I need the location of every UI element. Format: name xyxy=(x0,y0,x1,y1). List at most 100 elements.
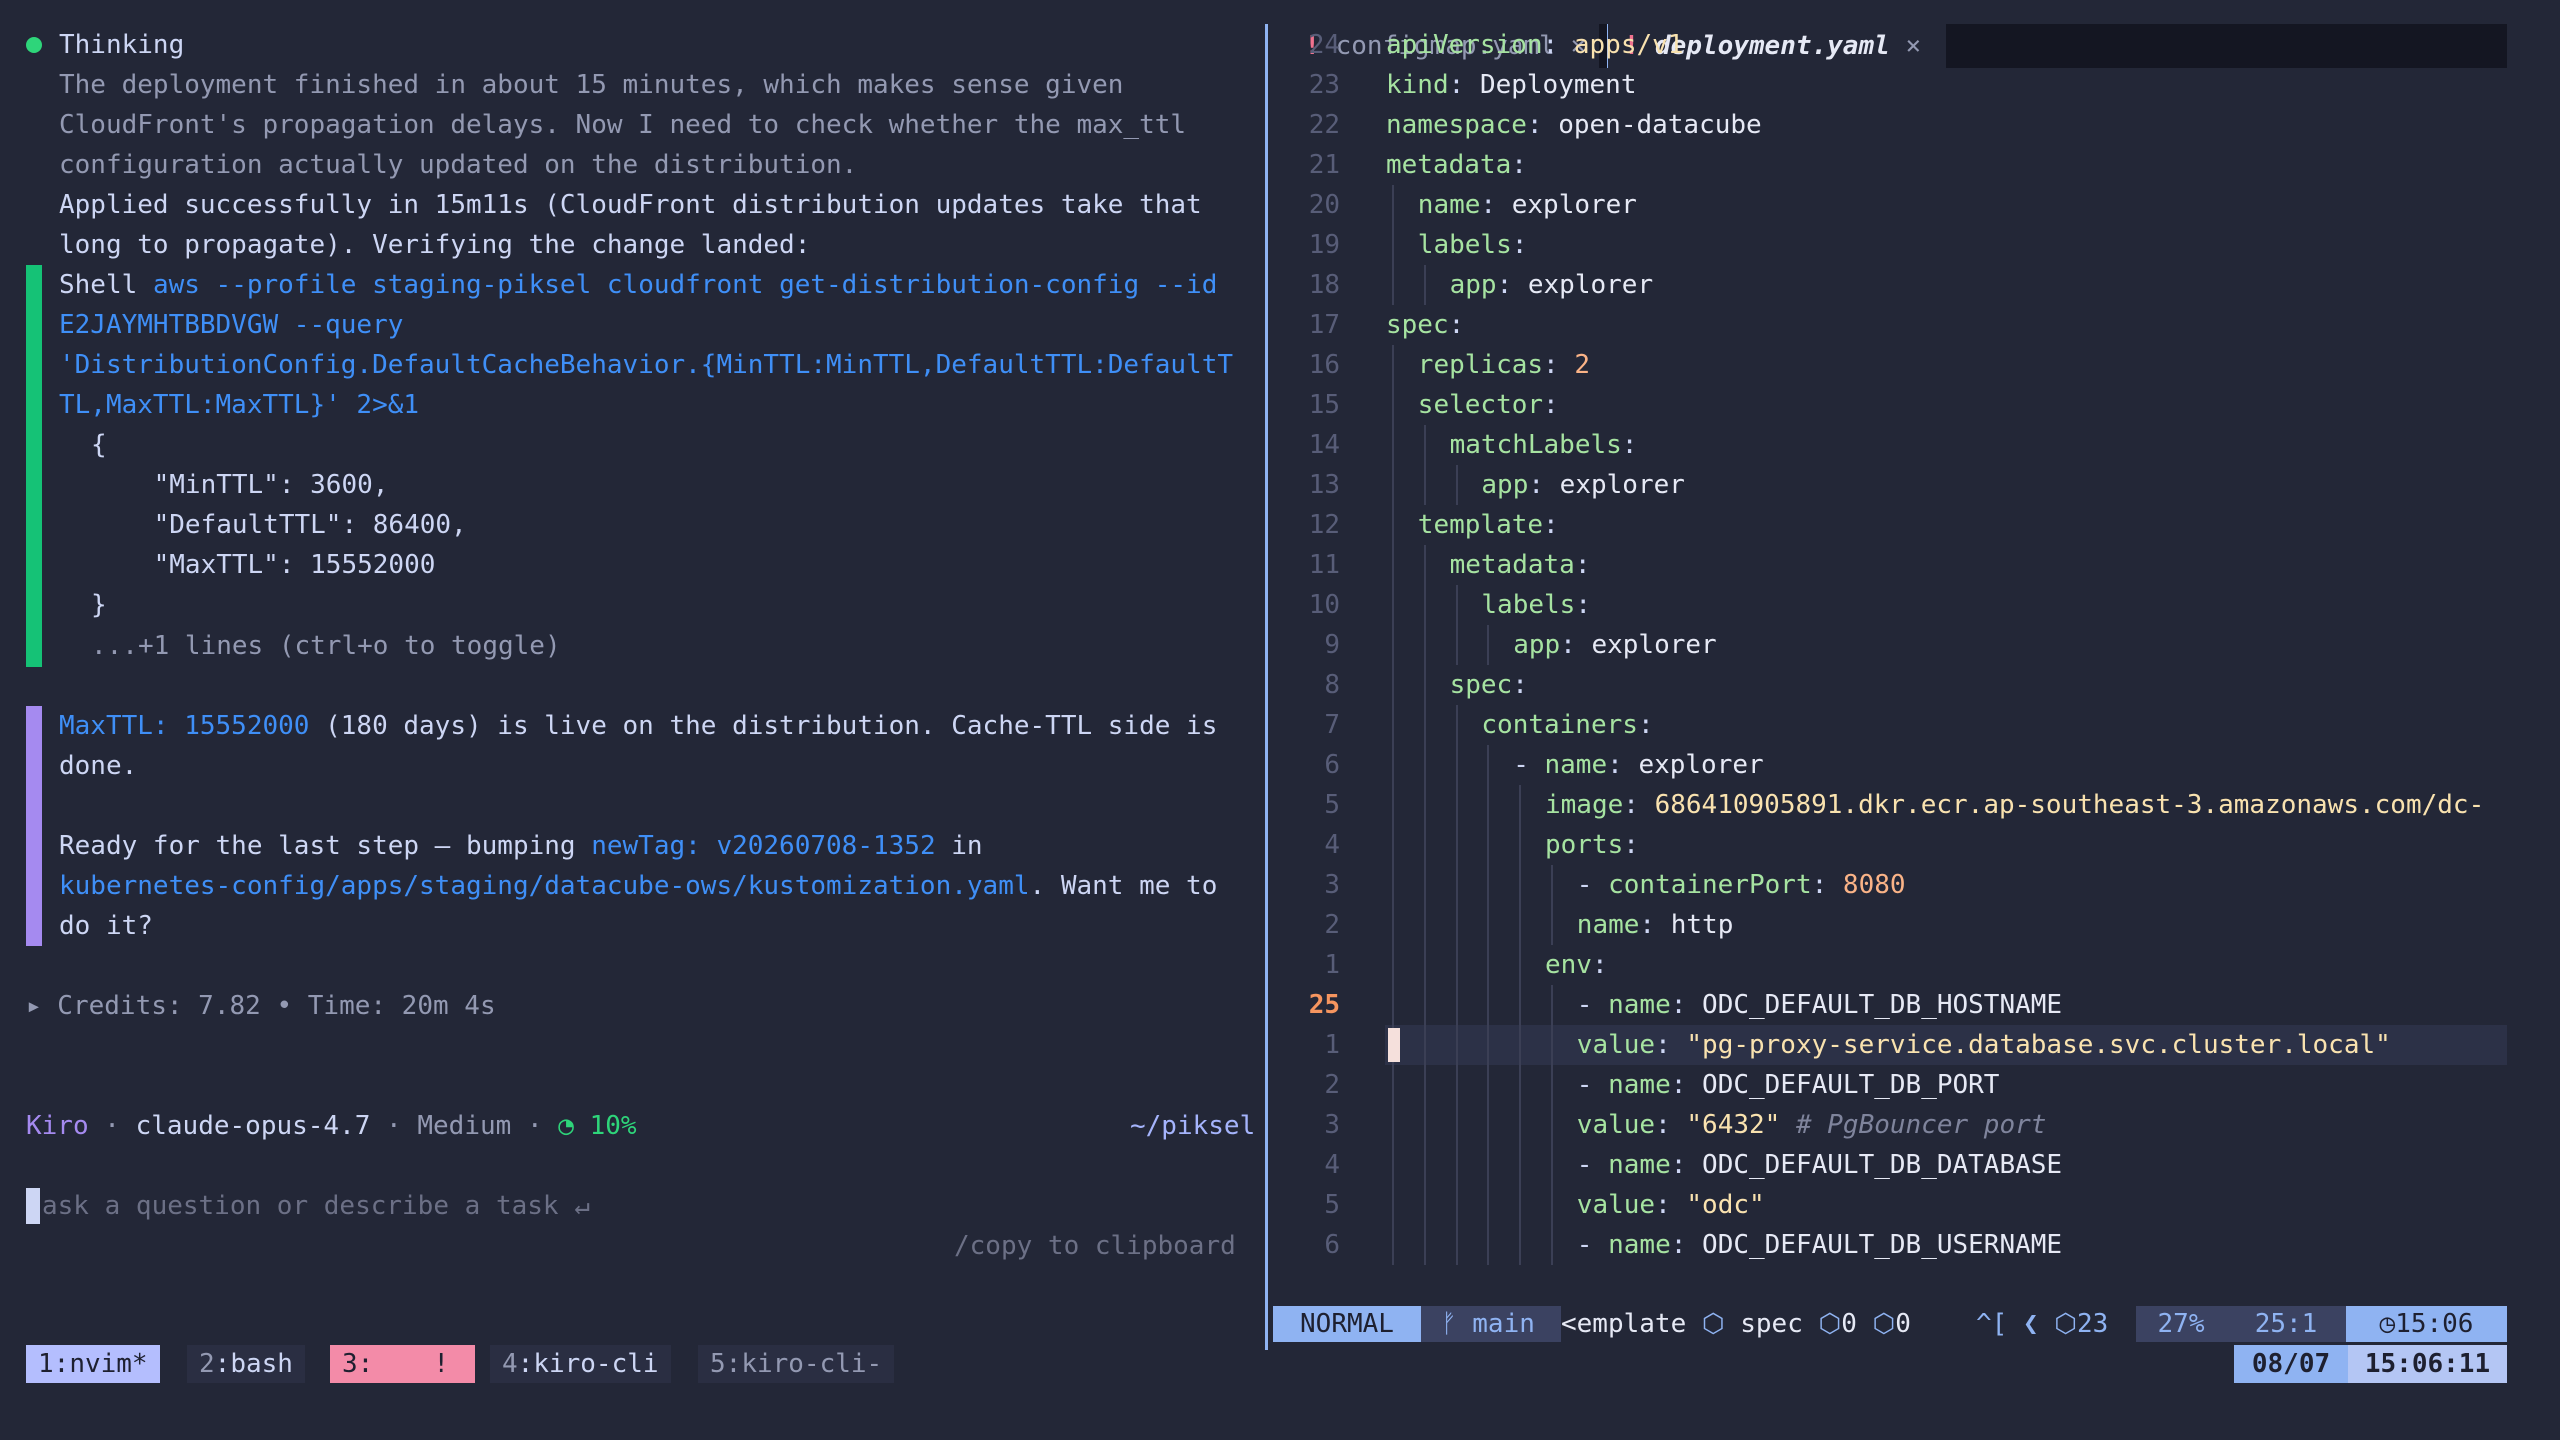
reply-block-bar xyxy=(26,706,42,946)
tmux-window-4[interactable]: 4:kiro-cli xyxy=(490,1345,671,1383)
reply-highlight-path: kubernetes-config/apps/staging/datacube-… xyxy=(59,871,1030,901)
yaml-colon: : xyxy=(1623,830,1639,860)
code-line[interactable]: - containerPort: 8080 xyxy=(1577,865,1906,905)
prompt-input[interactable]: ask a question or describe a task ↵ xyxy=(42,1186,590,1226)
code-line[interactable]: selector: xyxy=(1418,385,1559,425)
code-line[interactable]: app: explorer xyxy=(1513,625,1717,665)
indent-guide xyxy=(1423,1025,1426,1065)
indent-guide xyxy=(1455,1225,1458,1265)
code-line[interactable]: apiVersion: apps/v1 xyxy=(1386,25,1683,65)
effort-level[interactable]: Medium xyxy=(417,1111,511,1141)
yaml-key: value xyxy=(1576,1110,1656,1140)
code-line[interactable]: - name: ODC_DEFAULT_DB_USERNAME xyxy=(1577,1225,2062,1265)
code-line[interactable]: matchLabels: xyxy=(1450,425,1638,465)
applied-line-2: long to propagate). Verifying the change… xyxy=(59,230,811,260)
indent-guide xyxy=(1423,905,1426,945)
model-selector[interactable]: claude-opus-4.7 xyxy=(136,1111,371,1141)
code-line[interactable]: ports: xyxy=(1545,825,1639,865)
credits-time[interactable]: ▸ Credits: 7.82 • Time: 20m 4s xyxy=(26,986,496,1026)
output-line: "DefaultTTL": 86400, xyxy=(91,510,467,540)
code-line[interactable]: labels: xyxy=(1481,585,1591,625)
code-line[interactable]: env: xyxy=(1545,945,1608,985)
line-number: 2 xyxy=(1324,1070,1340,1100)
tmux-window-5[interactable]: 5:kiro-cli- xyxy=(698,1345,895,1383)
window-name: kiro-cli- xyxy=(741,1349,883,1379)
code-line[interactable]: metadata: xyxy=(1450,545,1591,585)
code-line[interactable]: - name: ODC_DEFAULT_DB_DATABASE xyxy=(1577,1145,2062,1185)
indent-guide xyxy=(1423,1145,1426,1185)
tmux-window-2[interactable]: 2:bash xyxy=(187,1345,305,1383)
indent-guide xyxy=(1392,985,1394,1025)
code-line[interactable]: app: explorer xyxy=(1450,265,1654,305)
indent-guide xyxy=(1551,1025,1553,1065)
code-line[interactable]: - name: explorer xyxy=(1513,745,1763,785)
line-number: 24 xyxy=(1308,30,1340,60)
thinking-line-2: CloudFront's propagation delays. Now I n… xyxy=(59,110,1187,140)
time-text: 15:06 xyxy=(2395,1309,2474,1339)
line-number: 21 xyxy=(1308,150,1340,180)
code-line[interactable]: - name: ODC_DEFAULT_DB_PORT xyxy=(1577,1065,2000,1105)
code-line[interactable]: name: http xyxy=(1577,905,1734,945)
yaml-key: metadata xyxy=(1449,550,1575,580)
bell-flag: ! xyxy=(433,1349,449,1379)
code-line[interactable]: value: "pg-proxy-service.database.svc.cl… xyxy=(1577,1025,2391,1065)
statusline-clock: ◷15:06 xyxy=(2346,1306,2507,1342)
copy-to-clipboard-hint[interactable]: /copy to clipboard xyxy=(954,1226,1236,1266)
indent-guide xyxy=(1455,985,1458,1025)
code-line[interactable]: image: 686410905891.dkr.ecr.ap-southeast… xyxy=(1545,785,2484,825)
code-line[interactable]: containers: xyxy=(1481,705,1653,745)
window-number: 4 xyxy=(502,1349,518,1379)
breadcrumb-item: <emplate xyxy=(1561,1309,1687,1339)
code-line[interactable]: - name: ODC_DEFAULT_DB_HOSTNAME xyxy=(1577,985,2062,1025)
window-number: 1 xyxy=(38,1349,54,1379)
code-line[interactable]: value: "6432" # PgBouncer port xyxy=(1577,1105,2047,1145)
code-line[interactable]: spec: xyxy=(1386,305,1464,345)
indent-guide xyxy=(1423,985,1426,1025)
code-line[interactable]: labels: xyxy=(1418,225,1528,265)
code-line[interactable]: spec: xyxy=(1450,665,1528,705)
code-line[interactable]: template: xyxy=(1418,505,1559,545)
yaml-value: explorer xyxy=(1559,470,1685,500)
code-line[interactable]: value: "odc" xyxy=(1577,1185,1765,1225)
indent-guide xyxy=(1392,665,1394,705)
code-line[interactable]: kind: Deployment xyxy=(1386,65,1636,105)
code-line[interactable]: name: explorer xyxy=(1418,185,1637,225)
line-number: 3 xyxy=(1324,1110,1340,1140)
yaml-value: explorer xyxy=(1511,190,1637,220)
code-line[interactable]: app: explorer xyxy=(1481,465,1685,505)
indent-guide xyxy=(1519,905,1522,945)
yaml-colon: : xyxy=(1655,1190,1671,1220)
indent-guide xyxy=(1487,1025,1490,1065)
close-icon[interactable]: × xyxy=(1905,31,1921,61)
tmux-window-3[interactable]: 3:! xyxy=(330,1345,475,1383)
indent-guide xyxy=(1392,505,1394,545)
code-line[interactable]: replicas: 2 xyxy=(1418,345,1590,385)
indent-guide xyxy=(1519,985,1522,1025)
yaml-colon: : xyxy=(1448,70,1465,100)
yaml-key: name xyxy=(1608,1150,1671,1180)
pane-divider[interactable] xyxy=(1265,24,1268,1350)
tmux-window-1[interactable]: 1:nvim* xyxy=(26,1345,160,1383)
code-line[interactable]: namespace: open-datacube xyxy=(1386,105,1762,145)
indent-guide xyxy=(1519,1105,1522,1145)
indent-guide xyxy=(1455,905,1458,945)
count: 0 xyxy=(1895,1309,1911,1339)
git-branch[interactable]: ᚠ main xyxy=(1421,1306,1561,1342)
indent-guide xyxy=(1551,1185,1553,1225)
indent-guide xyxy=(1519,1065,1522,1105)
breadcrumb[interactable]: <emplate ⬡ spec ⬡0 ⬡0 xyxy=(1561,1306,1911,1342)
code-line[interactable]: metadata: xyxy=(1386,145,1527,185)
window-number: 5 xyxy=(710,1349,726,1379)
cube-icon: ⬡ xyxy=(1701,1309,1725,1339)
shell-command: aws --profile staging-piksel cloudfront … xyxy=(152,270,1218,300)
output-line: "MinTTL": 3600, xyxy=(91,470,389,500)
tmux-clock: 15:06:11 xyxy=(2348,1345,2507,1383)
thinking-line-1: The deployment finished in about 15 minu… xyxy=(59,70,1124,100)
indent-guide xyxy=(1519,865,1522,905)
toggle-more-lines[interactable]: ...+1 lines (ctrl+o to toggle) xyxy=(91,626,561,666)
indent-guide xyxy=(1487,1225,1490,1265)
